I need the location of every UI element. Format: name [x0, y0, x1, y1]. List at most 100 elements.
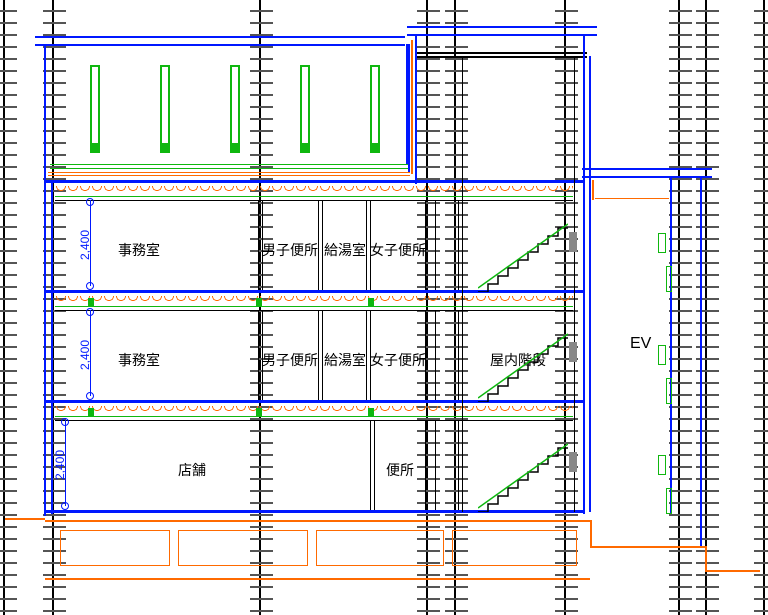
grade-line	[705, 570, 760, 572]
room-top	[55, 420, 573, 421]
foundation-cell	[60, 530, 170, 566]
rooftop-equipment	[370, 65, 380, 145]
parapet-inner	[408, 44, 410, 172]
column-marker	[256, 298, 262, 306]
wall-marker	[666, 488, 672, 514]
slab-roof	[45, 180, 585, 183]
stair-shaft-wall	[589, 56, 591, 512]
room-label-pantry: 給湯室	[324, 240, 366, 260]
foundation-step	[705, 546, 707, 572]
core-wall	[462, 56, 463, 512]
rooftop-equipment	[230, 65, 240, 145]
room-label-shop: 店舗	[178, 460, 206, 480]
partition	[435, 420, 436, 510]
partition	[366, 200, 367, 290]
grade-line	[590, 546, 705, 548]
foundation-cell	[178, 530, 308, 566]
dimension-label: 2,400	[78, 340, 92, 370]
gridline	[678, 0, 680, 615]
column-marker	[88, 408, 94, 416]
stair-landing-handle	[569, 342, 577, 362]
parapet-cap-right	[582, 168, 712, 170]
dimension-endpoint	[86, 198, 94, 206]
ceiling-line	[55, 196, 573, 197]
partition	[318, 200, 319, 290]
roof-membrane-right	[595, 198, 669, 199]
penthouse-ceiling	[415, 52, 587, 54]
dimension-endpoint	[86, 282, 94, 290]
dimension-label: 2,400	[78, 230, 92, 260]
wall-marker	[658, 455, 666, 475]
roof-membrane	[48, 175, 410, 176]
partition	[374, 420, 375, 510]
ev-shaft-wall	[670, 176, 672, 514]
roof-membrane	[48, 172, 410, 173]
roof-deck-line	[50, 164, 408, 165]
slab-underside	[55, 186, 573, 194]
partition	[425, 420, 426, 510]
partition	[258, 310, 259, 400]
room-label-office: 事務室	[118, 240, 160, 260]
foundation-cell	[452, 530, 577, 566]
stair-icon	[478, 442, 568, 512]
room-top	[55, 310, 573, 311]
partition	[322, 310, 323, 400]
partition	[435, 200, 436, 290]
slab-underside	[55, 296, 573, 304]
partition	[318, 310, 319, 400]
parapet-cap	[35, 44, 405, 46]
building-section-drawing: 事務室 男子便所 給湯室 女子便所 事務室 男子便所 給湯室 女子便所 店舗 便…	[0, 0, 768, 615]
gridline	[705, 0, 707, 615]
dimension-endpoint	[61, 502, 69, 510]
foundation-cell	[316, 530, 444, 566]
partition	[458, 200, 459, 290]
core-wall	[574, 56, 575, 512]
rooftop-equipment-base	[230, 145, 240, 153]
partition	[370, 420, 371, 510]
parapet-lining	[592, 180, 594, 200]
dimension-label: 2,400	[53, 450, 67, 480]
gridline	[763, 0, 765, 615]
ceiling-line	[55, 416, 573, 417]
dimension-endpoint	[61, 418, 69, 426]
column-marker	[368, 408, 374, 416]
column-marker	[256, 408, 262, 416]
grade-line	[45, 520, 590, 522]
room-label-womens-wc: 女子便所	[370, 240, 426, 260]
stair-icon	[478, 332, 568, 402]
gridline	[564, 0, 566, 615]
stair-landing-handle	[569, 452, 577, 472]
rooftop-equipment-base	[300, 145, 310, 153]
wall-marker	[658, 345, 666, 365]
outer-wall-left	[44, 44, 46, 516]
gridline	[259, 0, 261, 615]
stair-landing-handle	[569, 232, 577, 252]
foundation-step	[590, 520, 592, 547]
partition	[258, 200, 259, 290]
rooftop-equipment	[160, 65, 170, 145]
room-label-wc: 便所	[386, 460, 414, 480]
room-label-ev: EV	[630, 335, 651, 353]
penthouse-ceiling	[415, 56, 587, 58]
wall-marker	[666, 378, 672, 404]
column-marker	[88, 298, 94, 306]
parapet-cap-right	[582, 176, 712, 178]
stair-icon	[478, 222, 568, 292]
grade-line	[5, 518, 45, 520]
rooftop-equipment-base	[160, 145, 170, 153]
room-label-mens-wc: 男子便所	[262, 350, 318, 370]
room-label-office: 事務室	[118, 350, 160, 370]
ceiling-line	[55, 306, 573, 307]
stair-shaft-wall	[583, 34, 585, 514]
gridline	[426, 0, 428, 615]
penthouse-roof	[407, 26, 597, 28]
dimension-endpoint	[86, 308, 94, 316]
partition	[322, 200, 323, 290]
dimension-endpoint	[86, 392, 94, 400]
roof-deck-line	[50, 168, 408, 169]
parapet-lining	[411, 40, 413, 174]
partition	[458, 420, 459, 510]
partition	[366, 310, 367, 400]
rooftop-equipment	[300, 65, 310, 145]
column-marker	[368, 298, 374, 306]
